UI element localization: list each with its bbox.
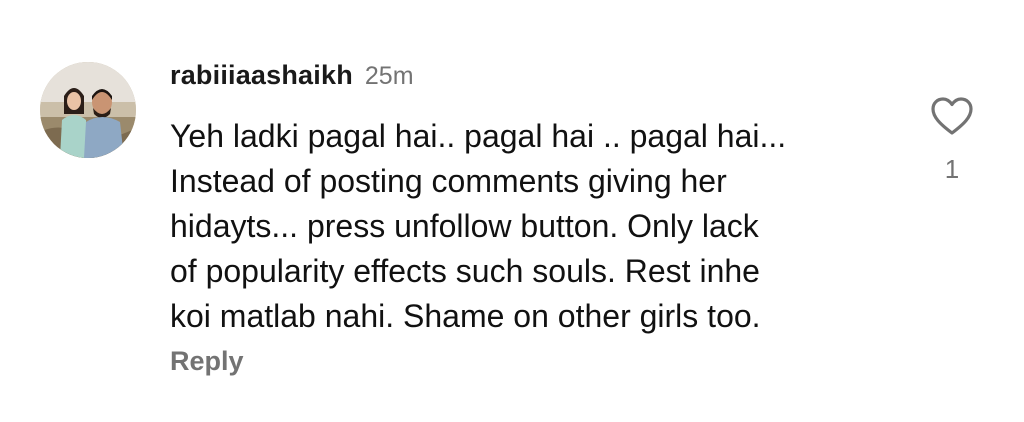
like-control: 1 [928,96,976,186]
comment-text: Yeh ladki pagal hai.. pagal hai .. pagal… [170,118,787,334]
timestamp: 25m [364,62,414,90]
avatar-photo [40,62,136,158]
username-link[interactable]: rabiiiaashaikh [170,60,353,91]
reply-button[interactable]: Reply [170,346,244,377]
avatar[interactable] [40,62,136,158]
comment-item: rabiiiaashaikh 25m Yeh ladki pagal hai..… [0,0,1024,422]
comment-header: rabiiiaashaikh 25m [170,60,414,96]
like-count: 1 [944,154,960,184]
heart-icon[interactable] [930,96,974,136]
